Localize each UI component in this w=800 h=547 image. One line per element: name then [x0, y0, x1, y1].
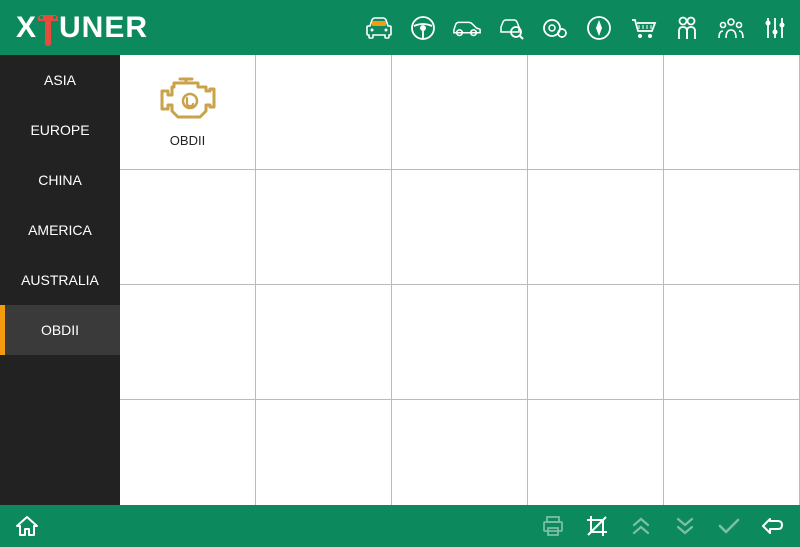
logo-rest: UNER	[59, 11, 148, 45]
group-icon[interactable]	[716, 13, 746, 43]
app-logo: X UNER	[16, 11, 148, 45]
home-icon[interactable]	[14, 513, 40, 539]
sidebar-item-label: EUROPE	[30, 122, 89, 138]
shopping-cart-icon[interactable]	[628, 13, 658, 43]
grid-cell-empty[interactable]	[120, 170, 256, 285]
grid-cell-empty[interactable]	[528, 170, 664, 285]
grid-cell-empty[interactable]	[392, 170, 528, 285]
sidebar-item-label: OBDII	[41, 322, 79, 338]
grid-cell-empty[interactable]	[528, 285, 664, 400]
grid-cell-empty[interactable]	[256, 400, 392, 505]
grid-cell-empty[interactable]	[664, 285, 800, 400]
grid-cell-empty[interactable]	[528, 55, 664, 170]
print-icon	[540, 513, 566, 539]
sidebar-item-australia[interactable]: AUSTRALIA	[0, 255, 120, 305]
sliders-icon[interactable]	[760, 13, 790, 43]
grid-cell-empty[interactable]	[256, 170, 392, 285]
grid-cell-empty[interactable]	[664, 55, 800, 170]
sidebar-item-label: AMERICA	[28, 222, 92, 238]
car-front-icon[interactable]	[364, 13, 394, 43]
expand-down-icon	[672, 513, 698, 539]
grid-cell-empty[interactable]	[256, 55, 392, 170]
sidebar-item-europe[interactable]: EUROPE	[0, 105, 120, 155]
grid-cell-label: OBDII	[170, 133, 205, 148]
sidebar-item-obdii[interactable]: OBDII	[0, 305, 120, 355]
sidebar-item-label: AUSTRALIA	[21, 272, 99, 288]
grid-cell-empty[interactable]	[664, 400, 800, 505]
app-footer	[0, 505, 800, 547]
grid-cell-empty[interactable]	[528, 400, 664, 505]
sidebar-item-label: ASIA	[44, 72, 76, 88]
people-icon[interactable]	[672, 13, 702, 43]
region-sidebar: ASIA EUROPE CHINA AMERICA AUSTRALIA OBDI…	[0, 55, 120, 505]
header-toolbar	[364, 13, 790, 43]
tire-settings-icon[interactable]	[540, 13, 570, 43]
collapse-up-icon	[628, 513, 654, 539]
grid-cell-empty[interactable]	[392, 285, 528, 400]
back-icon[interactable]	[760, 513, 786, 539]
sidebar-item-china[interactable]: CHINA	[0, 155, 120, 205]
crop-icon[interactable]	[584, 513, 610, 539]
sidebar-item-label: CHINA	[38, 172, 82, 188]
app-header: X UNER	[0, 0, 800, 55]
check-icon	[716, 513, 742, 539]
logo-x: X	[16, 11, 37, 45]
vehicle-grid: OBDII	[120, 55, 800, 505]
compass-icon[interactable]	[584, 13, 614, 43]
car-search-icon[interactable]	[496, 13, 526, 43]
car-side-icon[interactable]	[452, 13, 482, 43]
grid-cell-empty[interactable]	[120, 400, 256, 505]
sidebar-item-america[interactable]: AMERICA	[0, 205, 120, 255]
grid-cell-empty[interactable]	[392, 400, 528, 505]
grid-cell-obdii[interactable]: OBDII	[120, 55, 256, 170]
vehicle-grid-area: OBDII	[120, 55, 800, 505]
grid-cell-empty[interactable]	[256, 285, 392, 400]
steering-wheel-icon[interactable]	[408, 13, 438, 43]
engine-icon	[160, 77, 216, 123]
grid-cell-empty[interactable]	[120, 285, 256, 400]
sidebar-item-asia[interactable]: ASIA	[0, 55, 120, 105]
grid-cell-empty[interactable]	[392, 55, 528, 170]
grid-cell-empty[interactable]	[664, 170, 800, 285]
